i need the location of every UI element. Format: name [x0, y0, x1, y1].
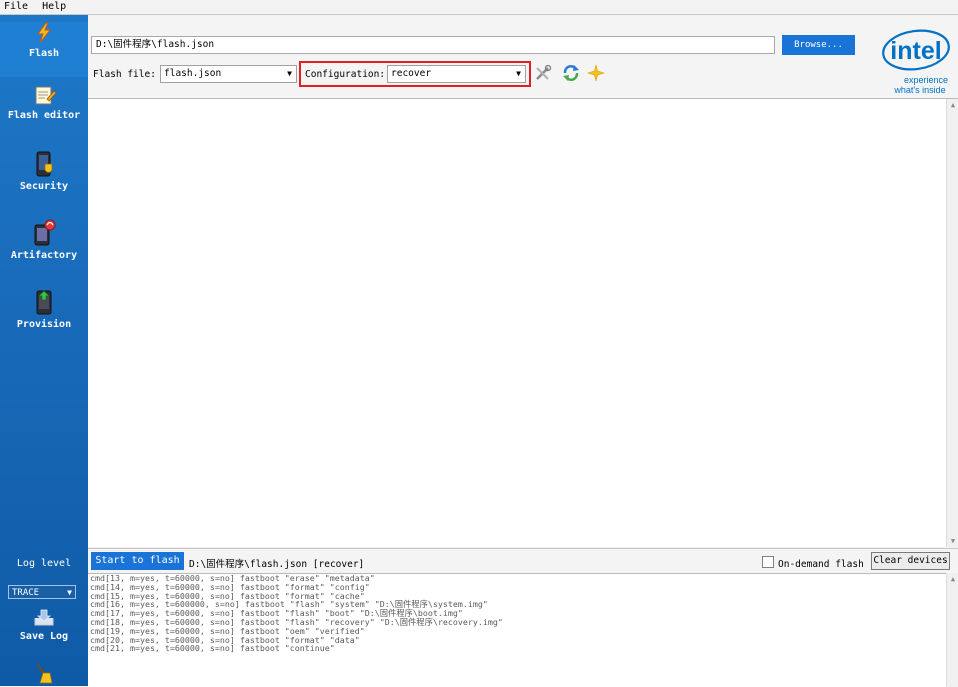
content-scrollbar[interactable]: ▲ ▼ [946, 99, 958, 547]
configuration-label: Configuration: [305, 69, 386, 80]
sidebar-item-label: Flash [28, 48, 60, 59]
provision-icon [36, 290, 52, 315]
browse-button[interactable]: Browse... [782, 35, 855, 55]
security-shield-icon [36, 151, 53, 177]
scroll-up-icon[interactable]: ▲ [947, 101, 958, 109]
log-level-label: Log level [16, 558, 72, 569]
sidebar: Flash Flash editor Security Artifactory [0, 15, 88, 686]
sidebar-item-artifactory[interactable]: Artifactory [0, 218, 88, 276]
flash-file-label: Flash file: [93, 69, 156, 80]
flash-file-select[interactable]: flash.json ▼ [160, 65, 297, 83]
log-scrollbar[interactable]: ▲ [946, 573, 958, 686]
sidebar-item-label: Flash editor [7, 110, 81, 121]
new-sparkle-icon[interactable] [587, 64, 605, 82]
sidebar-item-label: Security [19, 181, 69, 192]
on-demand-flash-checkbox[interactable] [762, 556, 774, 568]
svg-text:intel: intel [890, 37, 941, 65]
artifactory-icon [34, 219, 56, 246]
edit-notepad-icon [35, 86, 56, 105]
menu-file[interactable]: File [0, 0, 32, 14]
tools-icon[interactable] [534, 64, 552, 82]
sidebar-item-flash[interactable]: Flash [0, 22, 88, 77]
log-output: cmd[13, m=yes, t=60000, s=no] fastboot "… [88, 573, 946, 687]
configuration-select[interactable]: recover ▼ [387, 65, 526, 83]
flash-action-bar: Start to flash D:\固件程序\flash.json [recov… [88, 548, 958, 573]
svg-text:what's inside: what's inside [893, 85, 945, 95]
scroll-up-icon[interactable]: ▲ [947, 575, 958, 583]
intel-logo: intel experience what's inside [882, 29, 950, 95]
clear-devices-button[interactable]: Clear devices [871, 552, 950, 570]
menu-bar: File Help [0, 0, 958, 15]
on-demand-flash-label: On-demand flash [778, 559, 864, 570]
scroll-down-icon[interactable]: ▼ [947, 537, 958, 545]
sidebar-item-label: Save Log [19, 631, 69, 642]
start-to-flash-button[interactable]: Start to flash [91, 552, 184, 570]
sidebar-item-security[interactable]: Security [0, 151, 88, 206]
sidebar-item-provision[interactable]: Provision [0, 287, 88, 345]
flash-file-path-input[interactable]: D:\固件程序\flash.json [91, 36, 775, 54]
device-list-area [88, 99, 946, 547]
flash-file-value: flash.json [164, 68, 222, 79]
sidebar-item-flash-editor[interactable]: Flash editor [0, 84, 88, 134]
log-level-value: TRACE [12, 588, 40, 598]
configuration-value: recover [391, 68, 432, 79]
sidebar-item-label: Provision [16, 319, 72, 330]
log-line: cmd[21, m=yes, t=60000, s=no] fastboot "… [90, 643, 335, 654]
sidebar-item-label: Artifactory [10, 250, 78, 261]
save-tray-icon [34, 609, 54, 626]
log-level-select[interactable]: TRACE ▼ [8, 585, 76, 599]
flash-config-panel: D:\固件程序\flash.json Browse... Flash file:… [88, 15, 958, 99]
clear-log-broom-icon[interactable] [34, 663, 54, 685]
chevron-down-icon: ▼ [287, 69, 292, 78]
svg-text:experience: experience [904, 75, 948, 85]
menu-help[interactable]: Help [38, 0, 70, 14]
on-demand-flash-option[interactable]: On-demand flash [762, 556, 864, 570]
flash-icon [37, 22, 52, 44]
flash-status-text: D:\固件程序\flash.json [recover] [189, 559, 365, 570]
chevron-down-icon: ▼ [516, 69, 521, 78]
refresh-icon[interactable] [562, 64, 580, 82]
chevron-down-icon: ▼ [67, 588, 72, 597]
save-log-button[interactable]: Save Log [0, 607, 88, 647]
